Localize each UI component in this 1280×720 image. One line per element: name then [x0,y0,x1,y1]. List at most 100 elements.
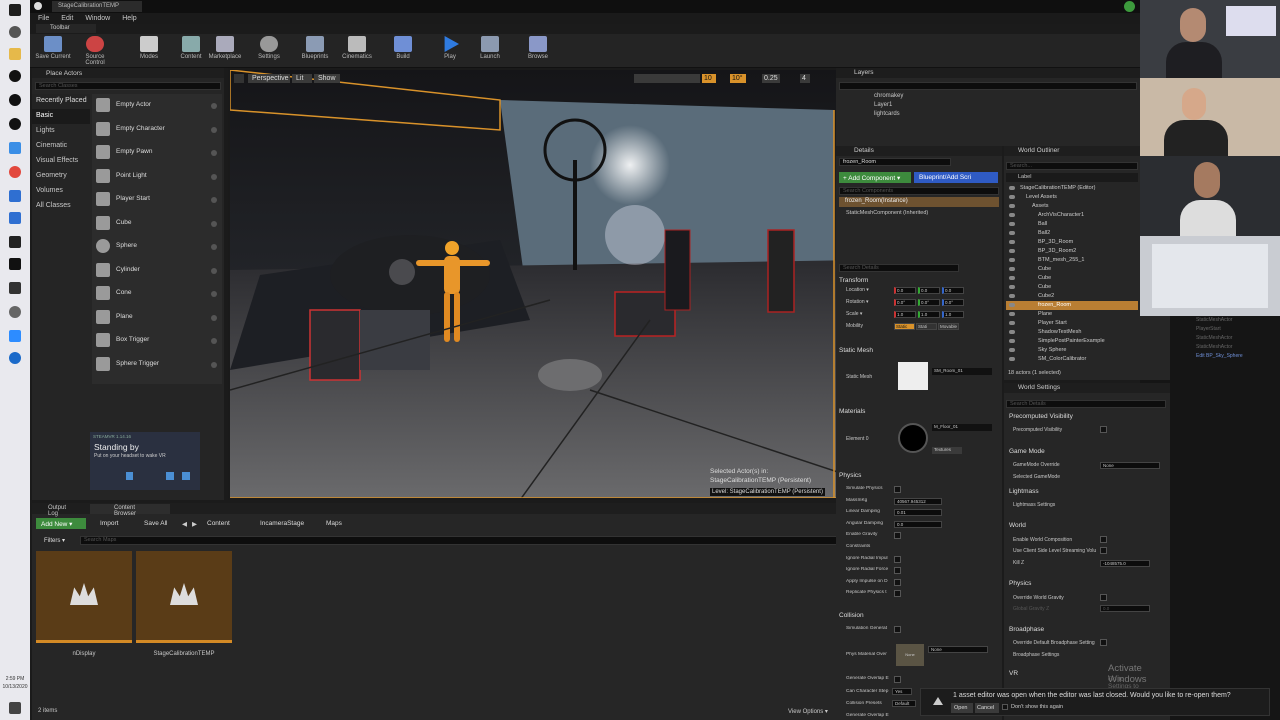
physics-checkbox[interactable] [894,555,901,563]
static-mesh-section[interactable]: Static Mesh [839,347,999,354]
actor-item[interactable]: Sphere Trigger [92,353,222,375]
physics-checkbox[interactable] [894,532,901,540]
physics-value-input[interactable]: 0.0 [894,520,942,528]
lit-button[interactable]: Lit [292,74,312,83]
component-instance-row[interactable]: frozen_Room(Instance) [839,197,999,207]
search-maps-input[interactable]: Search Maps [80,536,854,545]
details-tab[interactable]: Details [836,146,1002,156]
outliner-row[interactable]: Cube [1006,265,1138,274]
visibility-eye-icon[interactable] [1009,213,1015,217]
global-gravity-input[interactable]: 0.0 [1100,605,1150,612]
cinematics-button[interactable]: Cinematics [337,36,377,60]
vr-section[interactable]: VR [1009,670,1018,677]
physics-checkbox[interactable] [894,578,901,586]
level-viewport[interactable]: Perspective Lit Show 10 10° 0.25 4 Selec… [228,68,864,500]
actor-item[interactable]: Cone [92,282,222,304]
info-icon[interactable] [211,197,217,203]
breadcrumb-incamerastage[interactable]: IncameraStage [260,520,320,527]
breadcrumb-content[interactable]: Content [207,520,230,527]
visibility-eye-icon[interactable] [1009,276,1015,280]
outliner-row[interactable]: Level Assets [1006,193,1138,202]
layer-layer1[interactable]: Layer1 [856,101,903,110]
gamemode-override-dropdown[interactable]: None [1100,462,1160,469]
info-icon[interactable] [211,338,217,344]
visibility-eye-icon[interactable] [1009,312,1015,316]
outliner-row[interactable]: ArchVisCharacter1 [1006,211,1138,220]
killz-input[interactable]: -1048575.0 [1100,560,1150,567]
output-log-tab[interactable]: Output Log [36,505,86,517]
visibility-eye-icon[interactable] [1009,321,1015,325]
browse-button[interactable]: Browse [518,36,558,60]
info-icon[interactable] [211,291,217,297]
visibility-eye-icon[interactable] [1009,222,1015,226]
static-mesh-dropdown[interactable]: SM_Room_01 [932,368,992,375]
game-mode-section[interactable]: Game Mode [1009,448,1045,455]
level-tab[interactable]: StageCalibrationTEMP [52,1,142,12]
physics-section[interactable]: Physics [839,472,999,479]
visibility-eye-icon[interactable] [1009,240,1015,244]
scale-snap-value[interactable]: 0.25 [762,74,780,83]
outliner-row[interactable]: Cube [1006,283,1138,292]
materials-section[interactable]: Materials [839,408,999,415]
outliner-row[interactable]: Ball2 [1006,229,1138,238]
view-options-button[interactable]: View Options ▾ [788,708,828,715]
category-recently-placed[interactable]: Recently Placed [32,94,90,109]
actor-item[interactable]: Box Trigger [92,329,222,351]
mobility-option[interactable]: Stati [916,323,937,330]
marketplace-button[interactable]: Marketplace [205,36,245,60]
save-all-button[interactable]: Save All [134,518,178,529]
search-classes-input[interactable]: Search Classes [35,82,221,90]
outliner-row[interactable]: ShadowTestMesh [1006,328,1138,337]
perspective-button[interactable]: Perspective [248,74,290,83]
can-character-step-dropdown[interactable]: Yes [892,688,912,695]
info-icon[interactable] [211,173,217,180]
content-browser-tab[interactable]: Content Browser [90,504,170,517]
add-new-button[interactable]: Add New ▾ [36,518,86,529]
visibility-eye-icon[interactable] [1009,195,1015,199]
file-explorer-icon[interactable] [9,48,21,60]
world-composition-checkbox[interactable] [1100,536,1107,543]
visibility-eye-icon[interactable] [1009,330,1015,334]
lightmass-section[interactable]: Lightmass [1009,488,1039,495]
mobility-option[interactable]: Static [894,323,915,330]
actor-item[interactable]: Point Light [92,165,222,187]
angle-snap-value[interactable]: 10° [730,74,746,83]
category-lights[interactable]: Lights [32,124,90,139]
category-basic[interactable]: Basic [32,109,90,124]
zoom-icon[interactable] [9,330,21,342]
add-component-button[interactable]: + Add Component ▾ [839,172,911,183]
visibility-eye-icon[interactable] [1009,186,1015,190]
transform-value-input[interactable]: 1.0 [942,311,964,318]
actor-item[interactable]: Sphere [92,235,222,257]
visibility-eye-icon[interactable] [1009,294,1015,298]
visibility-eye-icon[interactable] [1009,348,1015,352]
visibility-eye-icon[interactable] [1009,258,1015,262]
app-icon-6[interactable] [9,352,21,364]
actor-item[interactable]: Empty Character [92,118,222,140]
build-button[interactable]: Build [383,36,423,60]
unreal-icon[interactable] [9,70,21,82]
layer-lightcards[interactable]: lightcards [856,110,903,119]
transform-value-input[interactable]: 0.0 [918,287,940,294]
asset-tile-stagecalibration[interactable] [136,551,232,643]
play-button[interactable]: Play [430,36,470,60]
phys-material-thumbnail[interactable]: None [896,644,924,666]
textures-button[interactable]: Textures [932,447,962,454]
unreal-icon-3[interactable] [9,118,21,130]
transform-tools[interactable] [634,74,700,83]
mobility-option[interactable]: Movable [938,323,959,330]
terminal-icon[interactable] [9,236,21,248]
world-settings-tab[interactable]: World Settings [1004,383,1170,393]
outliner-row[interactable]: Ball [1006,220,1138,229]
layer-chromakey[interactable]: chromakey [856,92,903,101]
info-icon[interactable] [211,244,217,250]
camera-speed-value[interactable]: 4 [800,74,810,83]
outliner-row[interactable]: StageCalibrationTEMP (Editor) [1006,184,1138,193]
physics-value-input[interactable]: 0.01 [894,509,942,517]
info-icon[interactable] [211,150,217,156]
source-control-button[interactable]: Source Control [75,36,115,66]
transform-value-input[interactable]: 0.0° [918,299,940,306]
windows-start-icon[interactable] [9,4,21,16]
modes-button[interactable]: Modes [129,36,169,60]
actor-item[interactable]: Cylinder [92,259,222,281]
